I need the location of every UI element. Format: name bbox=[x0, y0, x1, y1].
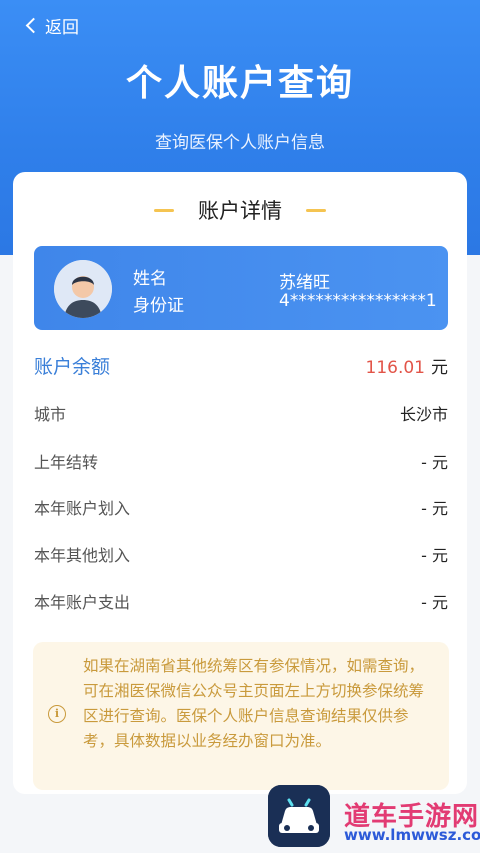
section-header: 账户详情 bbox=[13, 194, 467, 226]
balance-value: 116.01 元 bbox=[366, 353, 448, 378]
name-value: 苏绪旺 bbox=[279, 273, 330, 293]
section-title: 账户详情 bbox=[198, 199, 282, 223]
detail-row: 本年账户划入 - 元 bbox=[34, 492, 448, 522]
user-info-box: 姓名 身份证 苏绪旺 4****************1 bbox=[34, 246, 448, 330]
watermark-url: www.lmwwsz.com bbox=[344, 826, 480, 844]
id-value: 4****************1 bbox=[279, 291, 437, 311]
detail-row-label: 城市 bbox=[34, 405, 67, 424]
chevron-left-icon bbox=[25, 17, 42, 34]
detail-row-label: 本年账户划入 bbox=[34, 499, 131, 518]
back-button[interactable]: 返回 bbox=[25, 12, 79, 38]
balance-amount: 116.01 bbox=[365, 357, 425, 378]
avatar-icon bbox=[54, 260, 112, 318]
detail-row-value: - 元 bbox=[421, 593, 448, 612]
detail-row-value: - 元 bbox=[421, 546, 448, 565]
balance-row: 账户余额 116.01 元 bbox=[34, 350, 448, 380]
name-label: 姓名 bbox=[133, 269, 167, 289]
page-subtitle: 查询医保个人账户信息 bbox=[155, 133, 325, 153]
detail-row-label: 本年账户支出 bbox=[34, 593, 131, 612]
decor-dash-right bbox=[306, 208, 326, 212]
detail-row-value: 长沙市 bbox=[399, 405, 448, 424]
balance-unit: 元 bbox=[431, 357, 448, 378]
watermark-logo-icon bbox=[268, 785, 330, 847]
detail-row: 城市 长沙市 bbox=[34, 398, 448, 428]
id-label: 身份证 bbox=[133, 296, 184, 316]
balance-label: 账户余额 bbox=[34, 355, 111, 378]
detail-row-label: 本年其他划入 bbox=[34, 546, 131, 565]
notice-text: 如果在湖南省其他统筹区有参保情况，如需查询，可在湘医保微信公众号主页面左上方切换… bbox=[83, 657, 425, 750]
detail-row-label: 上年结转 bbox=[34, 453, 99, 472]
notice-box: i 如果在湖南省其他统筹区有参保情况，如需查询，可在湘医保微信公众号主页面左上方… bbox=[33, 642, 449, 790]
page-title: 个人账户查询 bbox=[125, 63, 354, 104]
back-label: 返回 bbox=[45, 17, 79, 38]
detail-row-value: - 元 bbox=[421, 453, 448, 472]
info-icon: i bbox=[48, 705, 66, 723]
detail-row-value: - 元 bbox=[421, 499, 448, 518]
account-card: 账户详情 姓名 身份证 苏绪旺 4****************1 账户余额 … bbox=[13, 172, 467, 794]
detail-row: 本年账户支出 - 元 bbox=[34, 586, 448, 616]
detail-row: 上年结转 - 元 bbox=[34, 446, 448, 476]
detail-row: 本年其他划入 - 元 bbox=[34, 539, 448, 569]
decor-dash-left bbox=[154, 208, 174, 212]
